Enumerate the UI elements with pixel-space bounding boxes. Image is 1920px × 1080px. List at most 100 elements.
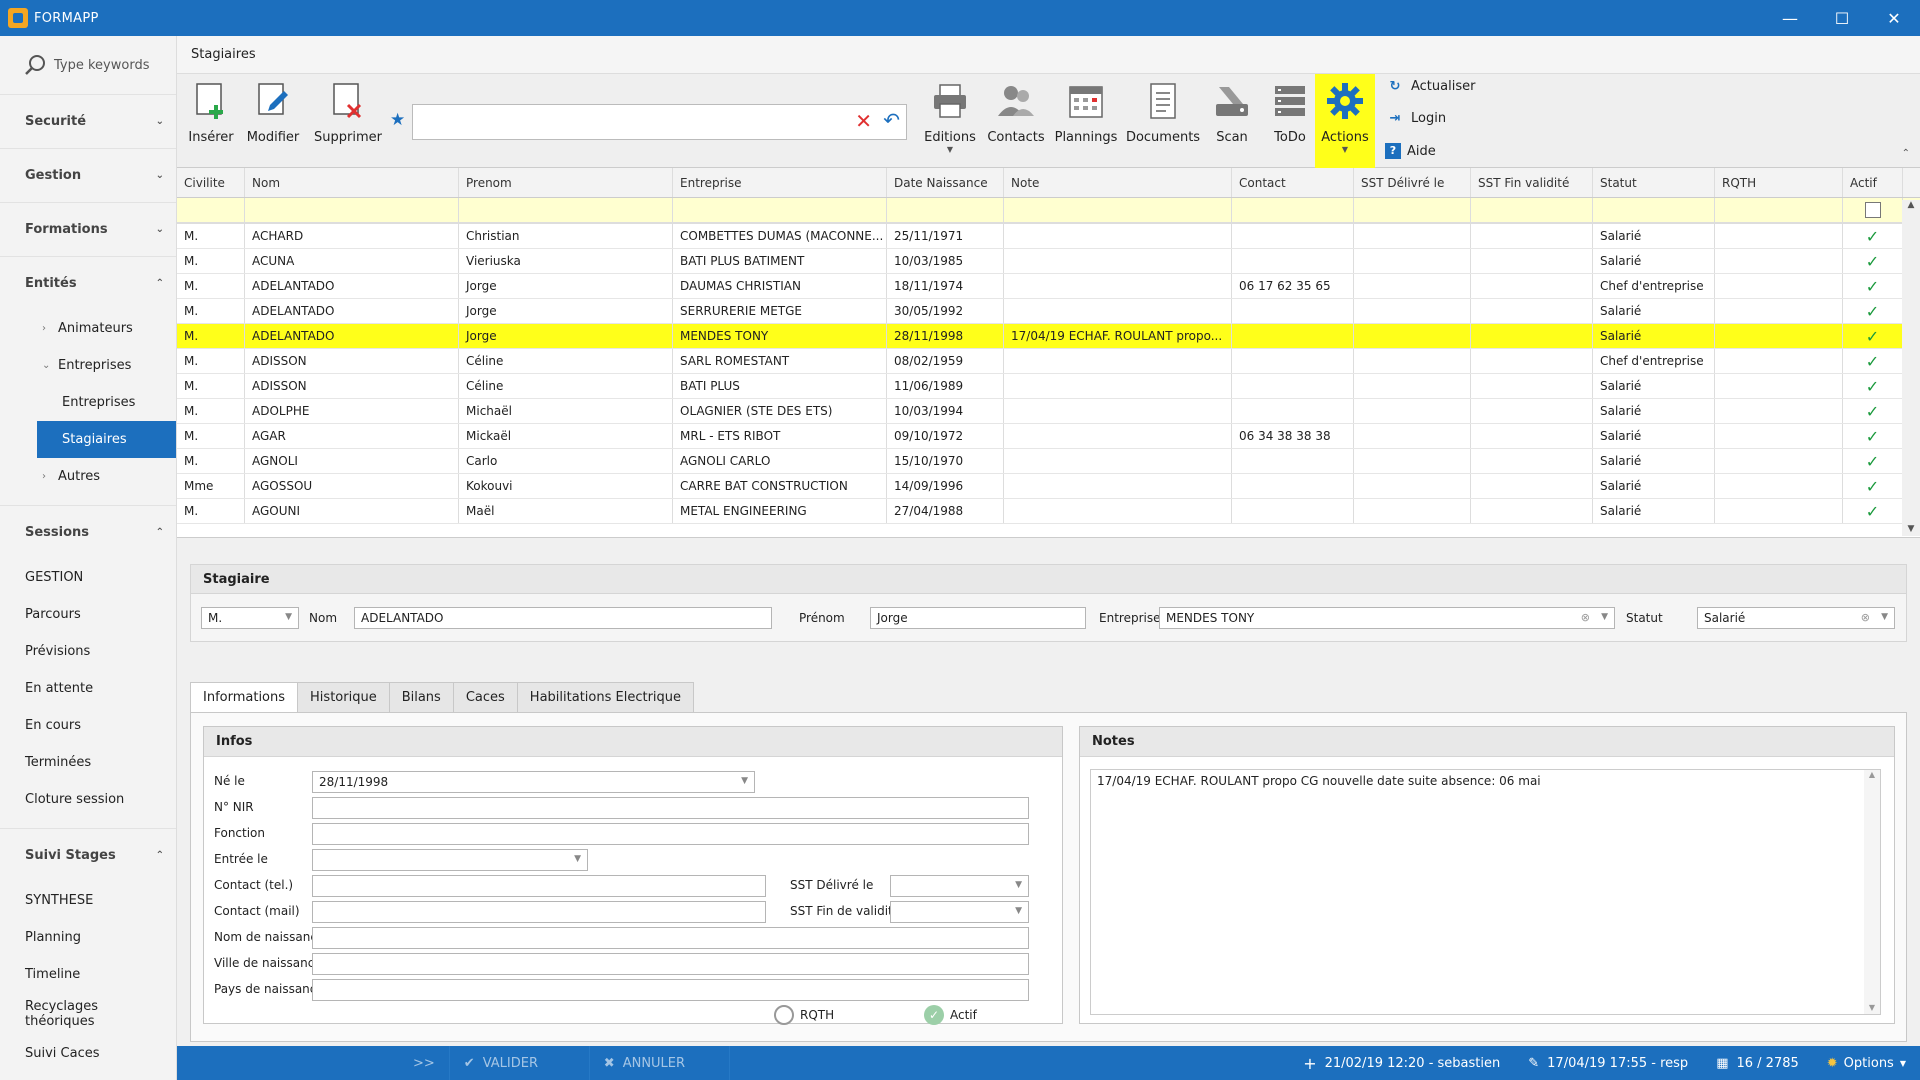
contact-tel-field[interactable]: [312, 875, 766, 897]
nom-field[interactable]: ADELANTADO: [354, 607, 772, 629]
entreprise-select[interactable]: MENDES TONY ⊗ ▼: [1159, 607, 1615, 629]
tab-habilitations[interactable]: Habilitations Electrique: [516, 682, 695, 712]
ville-naissance-field[interactable]: [312, 953, 1029, 975]
column-header[interactable]: Contact: [1232, 168, 1354, 197]
table-row[interactable]: M. ACUNA Vieriuska BATI PLUS BATIMENT 10/03/…: [177, 249, 1920, 274]
close-button[interactable]: ✕: [1868, 0, 1920, 36]
undo-icon[interactable]: ↶: [883, 108, 900, 132]
column-header[interactable]: Entreprise: [673, 168, 887, 197]
prenom-field[interactable]: Jorge: [870, 607, 1086, 629]
fonction-field[interactable]: [312, 823, 1029, 845]
column-header[interactable]: Actif: [1843, 168, 1903, 197]
sidebar-item-stagiaires[interactable]: Stagiaires: [37, 421, 176, 458]
grid-scrollbar[interactable]: ▲ ▼: [1902, 200, 1920, 536]
entree-field[interactable]: ▼: [312, 849, 588, 871]
column-header[interactable]: Nom: [245, 168, 459, 197]
table-row[interactable]: M. ACHARD Christian COMBETTES DUMAS (MACONN…: [177, 224, 1920, 249]
column-header[interactable]: Civilite: [177, 168, 245, 197]
plannings-button[interactable]: Plannings: [1049, 74, 1123, 168]
sidebar-item-previsions[interactable]: Prévisions: [0, 633, 176, 670]
notes-textarea[interactable]: 17/04/19 ECHAF. ROULANT propo CG nouvell…: [1090, 769, 1881, 1015]
actif-radio[interactable]: ✓ Actif: [924, 1005, 977, 1025]
scan-button[interactable]: Scan: [1203, 74, 1261, 168]
sidebar-item-autres[interactable]: › Autres: [0, 458, 176, 495]
filter-cell[interactable]: [1354, 198, 1471, 222]
annuler-button[interactable]: ✖ ANNULER: [590, 1046, 730, 1080]
sidebar-item-entreprises[interactable]: Entreprises: [0, 384, 176, 421]
filter-cell[interactable]: [1843, 198, 1903, 222]
tab-historique[interactable]: Historique: [297, 682, 390, 712]
tab-informations[interactable]: Informations: [190, 682, 299, 712]
filter-cell[interactable]: [1004, 198, 1232, 222]
sidebar-item-gestion-session[interactable]: GESTION: [0, 559, 176, 596]
filter-cell[interactable]: [887, 198, 1004, 222]
sidebar-group-suivi-stages[interactable]: Suivi Stages ⌃: [0, 828, 176, 882]
supprimer-button[interactable]: Supprimer: [305, 74, 391, 168]
column-header[interactable]: Prenom: [459, 168, 673, 197]
aide-button[interactable]: ? Aide: [1385, 143, 1436, 159]
filter-cell[interactable]: [673, 198, 887, 222]
sst-fin-field[interactable]: ▼: [890, 901, 1029, 923]
expand-button[interactable]: >>: [399, 1046, 450, 1080]
modifier-button[interactable]: Modifier: [243, 74, 303, 168]
options-button[interactable]: ✹ Options ▼: [1813, 1046, 1920, 1080]
sidebar-group-entites[interactable]: Entités ⌃: [0, 256, 176, 310]
civilite-select[interactable]: M. ▼: [201, 607, 299, 629]
maximize-button[interactable]: ☐: [1816, 0, 1868, 36]
statut-select[interactable]: Salarié ⊗ ▼: [1697, 607, 1895, 629]
scroll-up-icon[interactable]: ▲: [1902, 200, 1920, 210]
rqth-radio[interactable]: RQTH: [774, 1005, 834, 1025]
sidebar-item-animateurs[interactable]: › Animateurs: [0, 310, 176, 347]
sidebar-group-gestion[interactable]: Gestion ⌄: [0, 148, 176, 202]
table-row[interactable]: M. AGNOLI Carlo AGNOLI CARLO 15/10/1970 Salar…: [177, 449, 1920, 474]
inserer-button[interactable]: Insérer: [181, 74, 241, 168]
ne-le-field[interactable]: 28/11/1998 ▼: [312, 771, 755, 793]
contacts-button[interactable]: Contacts: [983, 74, 1049, 168]
tab-bilans[interactable]: Bilans: [388, 682, 454, 712]
tab-caces[interactable]: Caces: [452, 682, 518, 712]
nir-field[interactable]: [312, 797, 1029, 819]
clear-icon[interactable]: ⊗: [1581, 611, 1590, 624]
filter-cell[interactable]: [459, 198, 673, 222]
filter-cell[interactable]: [1471, 198, 1593, 222]
column-header[interactable]: SST Délivré le: [1354, 168, 1471, 197]
table-row[interactable]: M. ADELANTADO Jorge SERRURERIE METGE 30/05/1…: [177, 299, 1920, 324]
actualiser-button[interactable]: ↻ Actualiser: [1385, 79, 1476, 94]
collapse-ribbon-icon[interactable]: ⌃: [1902, 148, 1910, 159]
clear-icon[interactable]: ⊗: [1861, 611, 1870, 624]
sidebar-item-recyclages[interactable]: Recyclages théoriques: [0, 993, 120, 1035]
actions-button[interactable]: Actions ▼: [1315, 74, 1375, 168]
sidebar-group-securite[interactable]: Securité ⌄: [0, 94, 176, 148]
sidebar-item-parcours[interactable]: Parcours: [0, 596, 176, 633]
column-header[interactable]: SST Fin validité: [1471, 168, 1593, 197]
column-header[interactable]: Note: [1004, 168, 1232, 197]
minimize-button[interactable]: —: [1764, 0, 1816, 36]
sidebar-item-en-cours[interactable]: En cours: [0, 707, 176, 744]
table-row[interactable]: M. AGOUNI Maël METAL ENGINEERING 27/04/1988 S…: [177, 499, 1920, 524]
editions-button[interactable]: Editions ▼: [917, 74, 983, 168]
pays-naissance-field[interactable]: [312, 979, 1029, 1001]
sidebar-item-suivi-caces[interactable]: Suivi Caces: [0, 1035, 176, 1072]
sidebar-item-synthese[interactable]: SYNTHESE: [0, 882, 176, 919]
filter-cell[interactable]: [245, 198, 459, 222]
sidebar-item-en-attente[interactable]: En attente: [0, 670, 176, 707]
filter-cell[interactable]: [177, 198, 245, 222]
table-row[interactable]: M. ADOLPHE Michaël OLAGNIER (STE DES ETS) 10…: [177, 399, 1920, 424]
clear-search-icon[interactable]: ✕: [855, 109, 872, 133]
todo-button[interactable]: ToDo: [1261, 74, 1319, 168]
filter-cell[interactable]: [1232, 198, 1354, 222]
table-row[interactable]: M. AGAR Mickaël MRL - ETS RIBOT 09/10/1972 06…: [177, 424, 1920, 449]
sidebar-group-formations[interactable]: Formations ⌄: [0, 202, 176, 256]
column-header[interactable]: RQTH: [1715, 168, 1843, 197]
sidebar-item-entreprises-folder[interactable]: ⌄ Entreprises: [0, 347, 176, 384]
ribbon-search-input[interactable]: [413, 105, 833, 139]
actif-filter-checkbox[interactable]: [1864, 202, 1881, 218]
sidebar-item-terminees[interactable]: Terminées: [0, 744, 176, 781]
sst-delivre-field[interactable]: ▼: [890, 875, 1029, 897]
valider-button[interactable]: ✔ VALIDER: [450, 1046, 590, 1080]
nom-naissance-field[interactable]: [312, 927, 1029, 949]
login-button[interactable]: ⇥ Login: [1385, 111, 1447, 126]
table-row[interactable]: M. ADISSON Céline SARL ROMESTANT 08/02/1959 C…: [177, 349, 1920, 374]
notes-scrollbar[interactable]: ▲ ▼: [1864, 770, 1880, 1014]
contact-mail-field[interactable]: [312, 901, 766, 923]
